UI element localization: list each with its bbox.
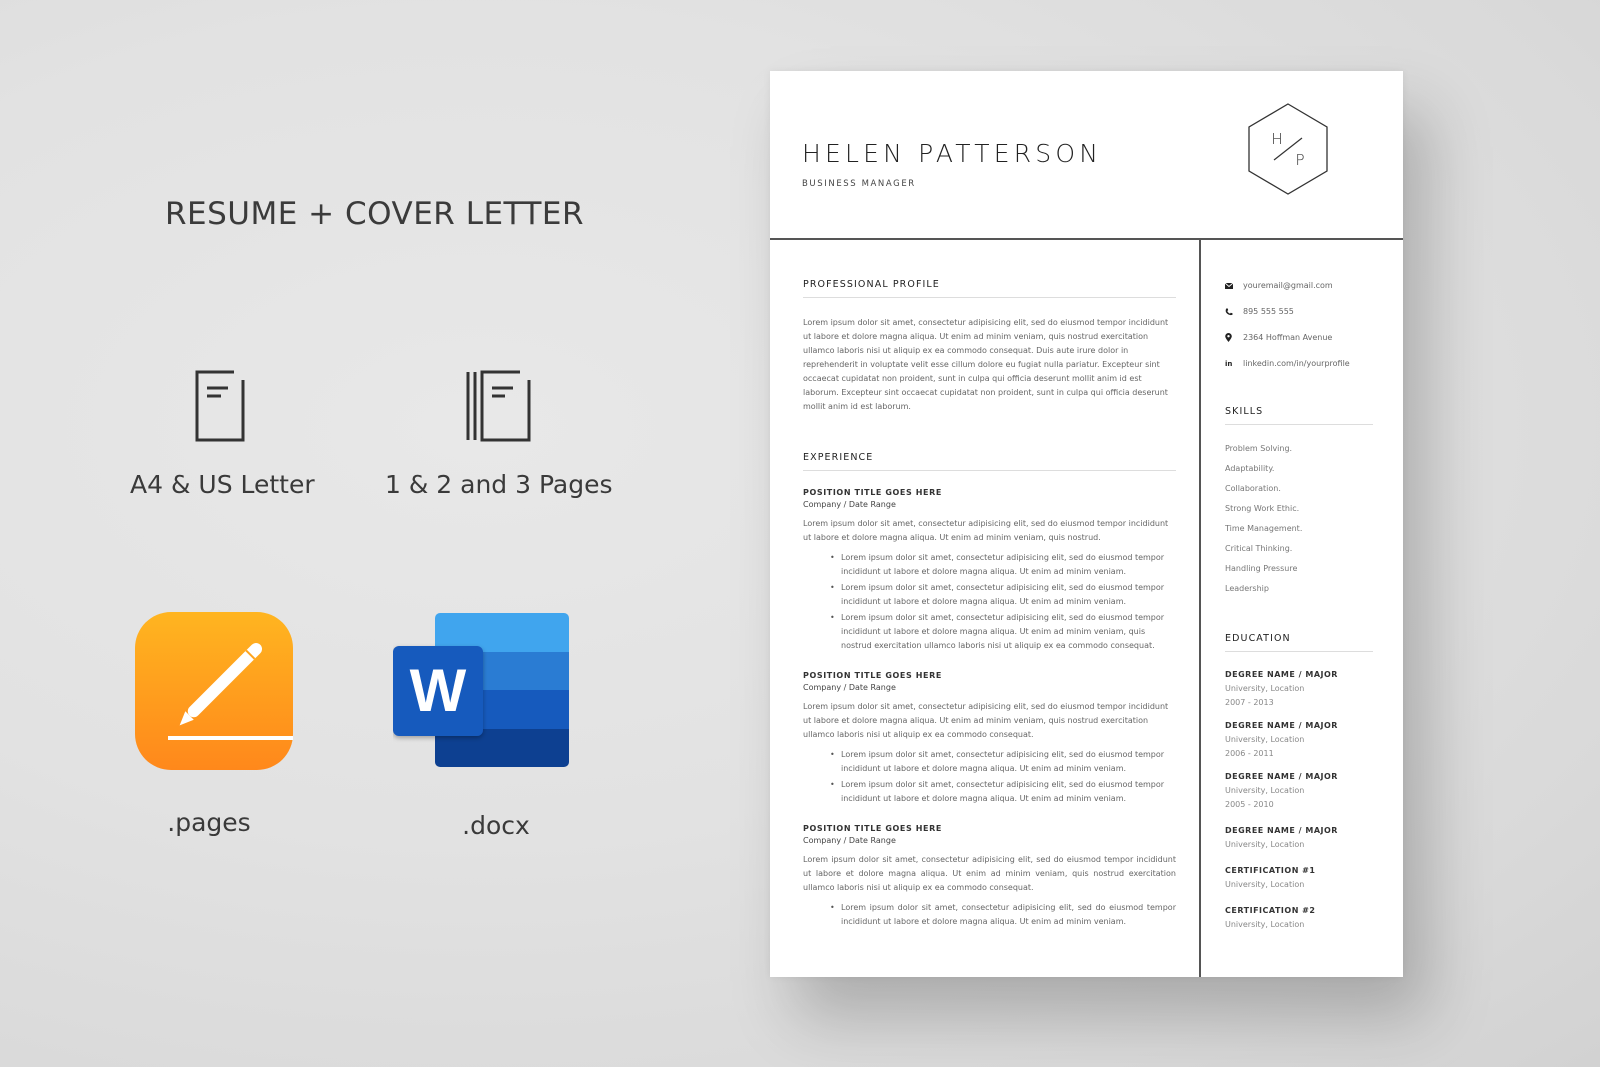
- education-years: 2005 - 2010: [1225, 800, 1274, 809]
- resume-page: HELEN PATTERSON BUSINESS MANAGER H P PRO…: [770, 71, 1403, 977]
- job-title: POSITION TITLE GOES HERE: [803, 671, 942, 680]
- location-pin-icon: [1225, 333, 1243, 342]
- job-bullet: Lorem ipsum dolor sit amet, consectetur …: [830, 901, 1176, 929]
- education-title: DEGREE NAME / MAJOR: [1225, 826, 1338, 835]
- feature-page-count: 1 & 2 and 3 Pages: [385, 370, 613, 499]
- email-icon: [1225, 282, 1243, 289]
- contact-linkedin: in linkedin.com/in/yourprofile: [1225, 357, 1373, 370]
- resume-role: BUSINESS MANAGER: [802, 179, 916, 189]
- section-heading: PROFESSIONAL PROFILE: [803, 279, 1176, 298]
- contact-phone: 895 555 555: [1225, 305, 1373, 318]
- job-entry: POSITION TITLE GOES HERE Company / Date …: [803, 824, 1176, 929]
- education-school: University, Location: [1225, 786, 1305, 795]
- education-title: DEGREE NAME / MAJOR: [1225, 721, 1338, 730]
- pages-app-icon: [135, 612, 293, 770]
- docx-label: .docx: [462, 811, 530, 840]
- multi-page-document-icon: [466, 370, 530, 442]
- resume-name: HELEN PATTERSON: [802, 139, 1103, 168]
- monogram-top-letter: H: [1271, 130, 1282, 148]
- side-column: youremail@gmail.com 895 555 555 2364 Hof…: [1225, 279, 1373, 943]
- education-entry: DEGREE NAME / MAJOR University, Location…: [1225, 721, 1373, 761]
- certification-school: University, Location: [1225, 880, 1305, 889]
- word-app-icon: W: [393, 613, 569, 767]
- education-title: DEGREE NAME / MAJOR: [1225, 670, 1338, 679]
- education-entry: DEGREE NAME / MAJOR University, Location: [1225, 826, 1373, 852]
- feature-paper-sizes: A4 & US Letter: [130, 370, 315, 499]
- certification-entry: CERTIFICATION #2 University, Location: [1225, 906, 1373, 932]
- certification-title: CERTIFICATION #2: [1225, 906, 1316, 915]
- skills-section: SKILLS Problem Solving. Adaptability. Co…: [1225, 406, 1373, 599]
- job-bullet: Lorem ipsum dolor sit amet, consectetur …: [830, 748, 1176, 776]
- contact-address: 2364 Hoffman Avenue: [1225, 331, 1373, 344]
- skill-item: Handling Pressure: [1225, 564, 1298, 573]
- phone-icon: [1225, 308, 1243, 316]
- education-school: University, Location: [1225, 735, 1305, 744]
- document-icon: [195, 370, 245, 442]
- job-bullets: Lorem ipsum dolor sit amet, consectetur …: [830, 748, 1176, 806]
- education-school: University, Location: [1225, 840, 1305, 849]
- job-bullet: Lorem ipsum dolor sit amet, consectetur …: [830, 611, 1176, 653]
- job-entry: POSITION TITLE GOES HERE Company / Date …: [803, 671, 1176, 806]
- job-title: POSITION TITLE GOES HERE: [803, 824, 942, 833]
- skill-item: Collaboration.: [1225, 484, 1281, 493]
- education-years: 2006 - 2011: [1225, 749, 1274, 758]
- job-summary: Lorem ipsum dolor sit amet, consectetur …: [803, 855, 1176, 892]
- contact-text: 2364 Hoffman Avenue: [1243, 333, 1333, 342]
- certification-school: University, Location: [1225, 920, 1305, 929]
- job-company: Company / Date Range: [803, 683, 896, 692]
- section-heading: EDUCATION: [1225, 633, 1373, 652]
- word-letter: W: [410, 657, 467, 724]
- job-bullet: Lorem ipsum dolor sit amet, consectetur …: [830, 551, 1176, 579]
- contact-text: 895 555 555: [1243, 307, 1294, 316]
- experience-section: EXPERIENCE POSITION TITLE GOES HERE Comp…: [803, 452, 1176, 929]
- job-bullets: Lorem ipsum dolor sit amet, consectetur …: [830, 551, 1176, 653]
- job-company: Company / Date Range: [803, 836, 896, 845]
- section-heading: SKILLS: [1225, 406, 1373, 425]
- job-bullet: Lorem ipsum dolor sit amet, consectetur …: [830, 581, 1176, 609]
- pages-format: .pages: [135, 612, 293, 837]
- docx-format: W .docx: [393, 613, 571, 840]
- linkedin-icon: in: [1225, 359, 1233, 368]
- skills-list: Problem Solving. Adaptability. Collabora…: [1225, 439, 1373, 599]
- contact-text: youremail@gmail.com: [1243, 281, 1333, 290]
- monogram-bottom-letter: P: [1295, 151, 1304, 169]
- pages-label: .pages: [167, 808, 251, 837]
- skill-item: Problem Solving.: [1225, 444, 1293, 453]
- profile-section: PROFESSIONAL PROFILE Lorem ipsum dolor s…: [803, 279, 1176, 414]
- certification-entry: CERTIFICATION #1 University, Location: [1225, 866, 1373, 892]
- job-summary: Lorem ipsum dolor sit amet, consectetur …: [803, 519, 1169, 542]
- skill-item: Leadership: [1225, 584, 1269, 593]
- skill-item: Strong Work Ethic.: [1225, 504, 1300, 513]
- section-heading: EXPERIENCE: [803, 452, 1176, 471]
- contact-email: youremail@gmail.com: [1225, 279, 1373, 292]
- job-summary: Lorem ipsum dolor sit amet, consectetur …: [803, 702, 1169, 739]
- education-school: University, Location: [1225, 684, 1305, 693]
- job-company: Company / Date Range: [803, 500, 896, 509]
- feature-label: A4 & US Letter: [130, 470, 315, 499]
- profile-text: Lorem ipsum dolor sit amet, consectetur …: [803, 318, 1169, 411]
- education-years: 2007 - 2013: [1225, 698, 1274, 707]
- skill-item: Critical Thinking.: [1225, 544, 1293, 553]
- education-title: DEGREE NAME / MAJOR: [1225, 772, 1338, 781]
- education-entry: DEGREE NAME / MAJOR University, Location…: [1225, 670, 1373, 710]
- promo-title: RESUME + COVER LETTER: [165, 196, 585, 232]
- education-section: EDUCATION DEGREE NAME / MAJOR University…: [1225, 633, 1373, 932]
- feature-label: 1 & 2 and 3 Pages: [385, 470, 613, 499]
- job-bullets: Lorem ipsum dolor sit amet, consectetur …: [830, 901, 1176, 929]
- job-title: POSITION TITLE GOES HERE: [803, 488, 942, 497]
- skill-item: Adaptability.: [1225, 464, 1275, 473]
- contact-text: linkedin.com/in/yourprofile: [1243, 359, 1350, 368]
- main-column: PROFESSIONAL PROFILE Lorem ipsum dolor s…: [803, 279, 1176, 947]
- column-divider: [1199, 238, 1201, 977]
- contact-section: youremail@gmail.com 895 555 555 2364 Hof…: [1225, 279, 1373, 370]
- skill-item: Time Management.: [1225, 524, 1303, 533]
- monogram-logo: H P: [1248, 103, 1328, 195]
- certification-title: CERTIFICATION #1: [1225, 866, 1316, 875]
- job-bullet: Lorem ipsum dolor sit amet, consectetur …: [830, 778, 1176, 806]
- job-entry: POSITION TITLE GOES HERE Company / Date …: [803, 488, 1176, 653]
- education-entry: DEGREE NAME / MAJOR University, Location…: [1225, 772, 1373, 812]
- header-divider: [770, 238, 1403, 240]
